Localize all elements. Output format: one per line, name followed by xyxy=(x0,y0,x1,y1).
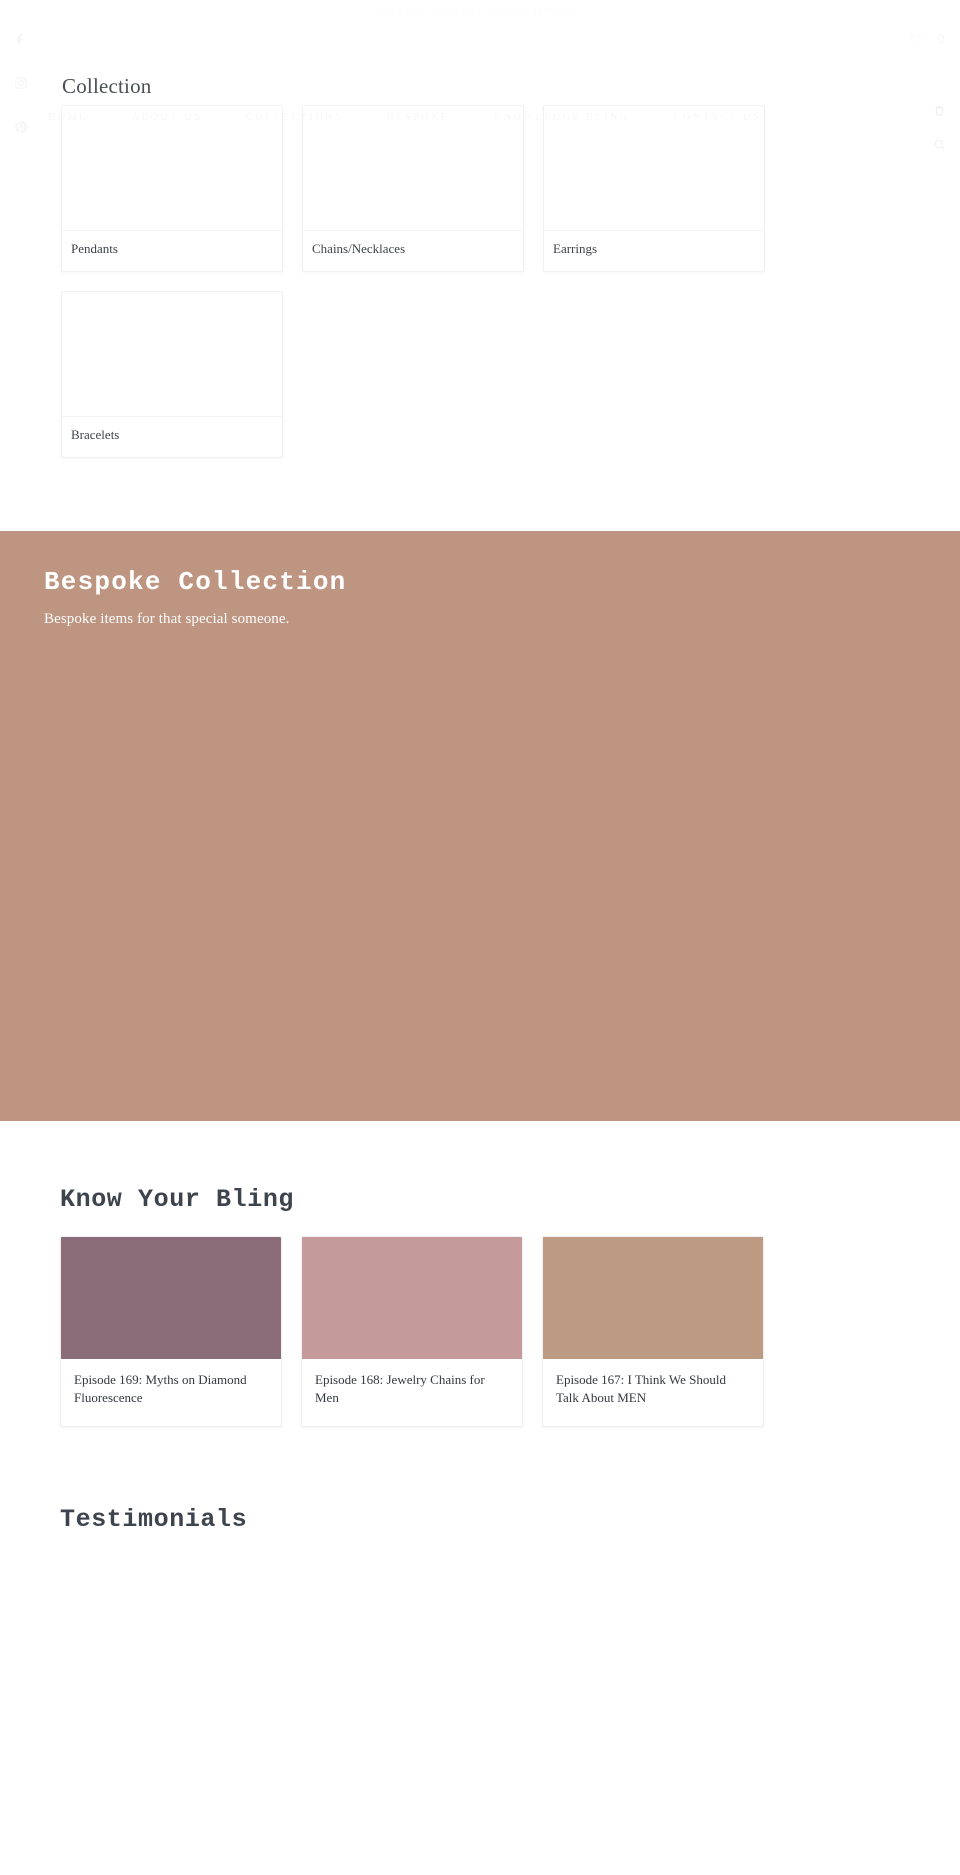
collection-card-label: Earrings xyxy=(553,241,598,256)
facebook-icon[interactable] xyxy=(14,32,28,46)
episode-grid: Episode 169: Myths on Diamond Fluorescen… xyxy=(60,1235,960,1427)
know-your-bling-title: Know Your Bling xyxy=(60,1184,295,1214)
episode-title: Episode 169: Myths on Diamond Fluorescen… xyxy=(74,1371,247,1406)
instagram-icon[interactable] xyxy=(14,76,28,90)
collection-card-label: Bracelets xyxy=(71,426,120,442)
episode-thumbnail xyxy=(61,1236,281,1359)
bespoke-banner: Bespoke Collection Bespoke items for tha… xyxy=(0,530,960,1121)
utility-bar: EN xyxy=(909,33,946,44)
episode-card[interactable]: Episode 169: Myths on Diamond Fluorescen… xyxy=(60,1235,282,1427)
announcement-text: FREE SHIPPING WORLDWIDE xyxy=(379,5,581,17)
nav-item-collections[interactable]: COLLECTIONS xyxy=(246,112,343,123)
nav-item-contact-us[interactable]: CONTACT US xyxy=(674,112,762,123)
announcement-bar: FREE SHIPPING WORLDWIDE xyxy=(0,0,960,22)
episode-card[interactable]: Episode 168: Jewelry Chains for Men xyxy=(301,1235,523,1427)
testimonials-title: Testimonials xyxy=(60,1504,248,1534)
collection-card[interactable]: Bracelets xyxy=(61,290,283,458)
collection-card-label: Pendants xyxy=(71,241,118,256)
pinterest-icon[interactable] xyxy=(14,120,28,134)
bespoke-title: Bespoke Collection xyxy=(44,566,347,597)
nav-item-home[interactable]: HOME xyxy=(48,112,88,123)
testimonials-section: Testimonials xyxy=(0,1427,960,1534)
page-title-wrap: Collection xyxy=(0,22,960,99)
collection-card[interactable]: Earrings xyxy=(543,105,765,272)
know-your-bling-section: Know Your Bling Episode 169: Myths on Di… xyxy=(0,1121,960,1427)
collection-card[interactable]: Pendants xyxy=(61,105,283,272)
cart-icon[interactable] xyxy=(935,33,946,44)
nav-right-actions xyxy=(933,104,946,117)
episode-title: Episode 167: I Think We Should Talk Abou… xyxy=(556,1371,726,1406)
bag-icon[interactable] xyxy=(933,104,946,117)
collection-card-grid: Pendants Chains/Necklaces Earrings Brace… xyxy=(0,105,960,458)
collection-section: Pendants Chains/Necklaces Earrings Brace… xyxy=(0,99,960,458)
nav-item-knowledge-bling[interactable]: KNOWLEDGE BLING xyxy=(494,112,630,123)
collection-card-thumbnail xyxy=(62,291,282,417)
language-selector[interactable]: EN xyxy=(909,33,925,44)
episode-title: Episode 168: Jewelry Chains for Men xyxy=(315,1371,485,1406)
bespoke-subtitle: Bespoke items for that special someone. xyxy=(44,610,290,627)
nav-item-bespoke[interactable]: BESPOKE xyxy=(387,112,450,123)
nav-item-about-us[interactable]: ABOUT US xyxy=(132,112,202,123)
episode-card[interactable]: Episode 167: I Think We Should Talk Abou… xyxy=(542,1235,764,1427)
page-title: Collection xyxy=(62,74,152,98)
episode-thumbnail xyxy=(543,1236,763,1359)
search-icon[interactable] xyxy=(933,138,946,151)
main-nav: HOME ABOUT US COLLECTIONS BESPOKE KNOWLE… xyxy=(0,107,960,127)
collection-card-label: Chains/Necklaces xyxy=(312,241,406,256)
collection-card[interactable]: Chains/Necklaces xyxy=(302,105,524,272)
episode-thumbnail xyxy=(302,1236,522,1359)
social-rail xyxy=(14,32,36,134)
